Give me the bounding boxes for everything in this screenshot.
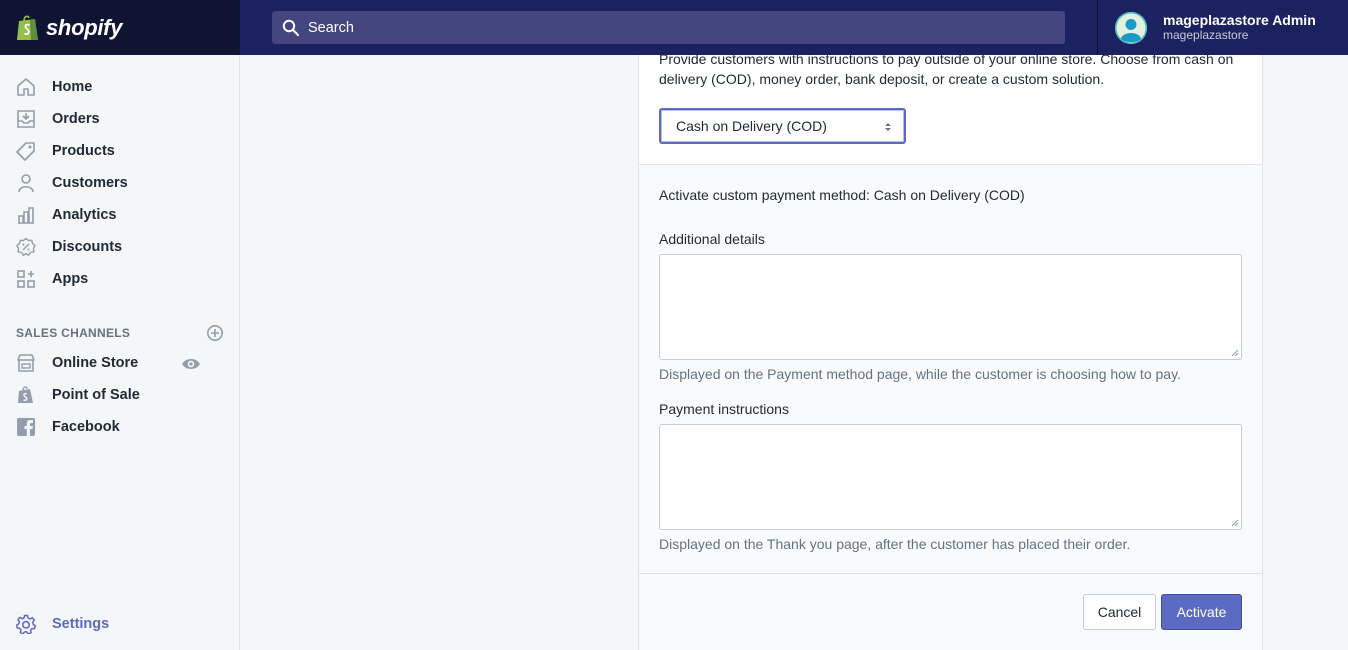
cancel-button[interactable]: Cancel [1083,594,1156,630]
shopify-bag-icon [18,386,33,403]
tag-icon [16,142,35,161]
person-icon [18,174,34,193]
payment-instructions-label: Payment instructions [659,401,789,417]
sidebar-item-settings[interactable]: Settings [0,608,239,640]
search-placeholder: Search [308,19,354,36]
add-circle-icon[interactable] [206,324,224,342]
brand-logo[interactable]: shopify [0,0,240,55]
sidebar-item-label: Home [52,79,93,95]
search-input[interactable]: Search [272,11,1065,44]
sidebar-item-orders[interactable]: Orders [0,103,239,135]
user-avatar-icon [1115,11,1147,44]
payment-instructions-textarea[interactable] [659,424,1242,530]
payment-method-card: Provide customers with instructions to p… [638,51,1263,650]
sales-channels-header: SALES CHANNELS [16,323,224,343]
brand-name: shopify [46,14,123,40]
discount-icon [16,237,36,257]
activate-section: Activate custom payment method: Cash on … [639,164,1262,574]
user-info: mageplazastore Admin mageplazastore [1163,12,1316,43]
payment-instructions-help: Displayed on the Thank you page, after t… [659,536,1131,552]
select-arrows-icon [885,123,891,131]
user-name: mageplazastore Admin [1163,12,1316,28]
sidebar-item-label: Analytics [52,207,117,223]
sidebar-item-label: Online Store [52,355,139,371]
resize-handle-icon[interactable] [1231,349,1239,357]
search-icon [282,19,300,36]
sidebar-item-label: Facebook [52,419,120,435]
sales-channels-title: SALES CHANNELS [16,326,131,340]
sidebar-item-analytics[interactable]: Analytics [0,199,239,231]
additional-details-label: Additional details [659,231,765,247]
payment-method-select[interactable]: Cash on Delivery (COD) [659,108,906,144]
bar-chart-icon [18,207,34,224]
additional-details-textarea[interactable] [659,254,1242,360]
eye-icon[interactable] [181,354,201,374]
sidebar-item-label: Orders [52,111,100,127]
resize-handle-icon[interactable] [1231,519,1239,527]
sidebar-item-label: Apps [52,271,89,287]
sidebar-item-label: Discounts [52,239,123,255]
sidebar-item-online-store[interactable]: Online Store [0,347,239,379]
shopify-bag-icon [17,15,38,40]
select-value: Cash on Delivery (COD) [676,118,827,134]
store-icon [17,354,35,372]
home-icon [17,78,35,96]
sidebar-item-apps[interactable]: Apps [0,263,239,295]
gear-icon [16,614,36,634]
sidebar-item-label: Point of Sale [52,387,140,403]
user-menu[interactable]: mageplazastore Admin mageplazastore [1097,0,1348,55]
top-bar: shopify Search mageplazastore Admin mage… [0,0,1348,55]
orders-icon [17,110,35,128]
activate-button[interactable]: Activate [1161,594,1242,630]
additional-details-help: Displayed on the Payment method page, wh… [659,366,1181,382]
avatar [1115,11,1147,44]
sidebar: Home Orders Products Customers Analytics… [0,55,240,650]
sidebar-item-customers[interactable]: Customers [0,167,239,199]
user-store: mageplazastore [1163,28,1249,42]
sidebar-item-label: Settings [52,616,110,632]
sidebar-item-label: Customers [52,175,128,191]
facebook-icon [17,418,35,436]
sidebar-item-home[interactable]: Home [0,71,239,103]
sidebar-item-discounts[interactable]: Discounts [0,231,239,263]
sidebar-item-facebook[interactable]: Facebook [0,411,239,443]
sidebar-item-point-of-sale[interactable]: Point of Sale [0,379,239,411]
sidebar-item-products[interactable]: Products [0,135,239,167]
sidebar-item-label: Products [52,143,115,159]
apps-icon [17,270,35,288]
manual-payment-description: Provide customers with instructions to p… [659,51,1234,87]
card-footer: Cancel Activate [639,574,1262,650]
activate-title: Activate custom payment method: Cash on … [659,187,1025,203]
